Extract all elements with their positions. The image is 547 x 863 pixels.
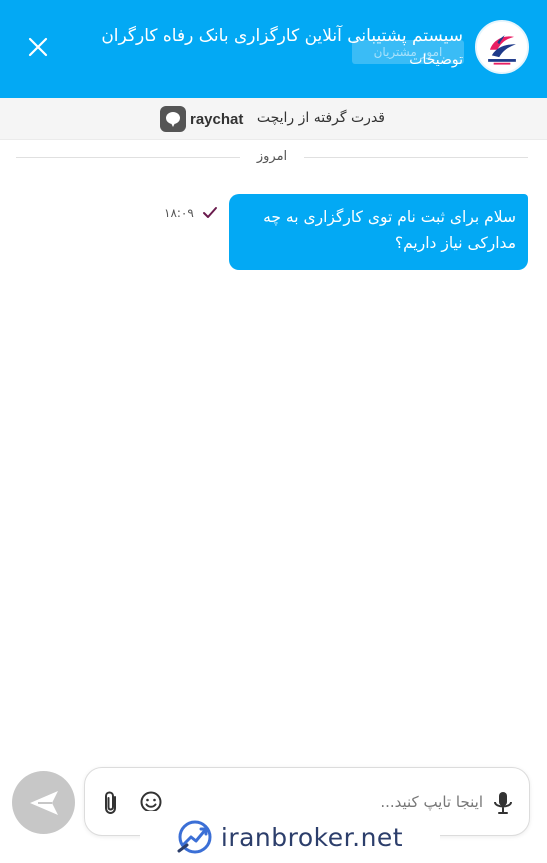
raychat-brand-link[interactable]: raychat [160,106,243,132]
close-icon [28,37,48,57]
message-time: ۱۸:۰۹ [164,206,194,220]
attach-button[interactable] [99,790,123,816]
day-label: امروز [256,149,288,164]
send-icon [29,790,58,815]
microphone-button[interactable] [491,790,515,816]
message-meta: ۱۸:۰۹ [164,203,218,223]
message-bubble: سلام برای ثبت نام توی کارگزاری به چه مدا… [229,194,528,270]
powered-by-bar: قدرت گرفته از رایچت raychat [0,98,547,140]
powered-by-text: قدرت گرفته از رایچت [256,110,385,126]
raychat-brand-name: raychat [190,110,244,128]
day-divider: امروز [16,147,528,167]
divider-line-right [304,157,528,158]
watermark-text: iranbroker.net [220,822,404,852]
chat-subtitle: توضیحات [409,52,463,68]
chat-header: امور مشتریان سیستم پشتیبانی آنلاین کارگز… [0,0,547,98]
chat-title: سیستم پشتیبانی آنلاین کارگزاری بانک رفاه… [101,26,463,46]
paperclip-icon [105,791,116,815]
iranbroker-logo-icon [177,820,212,854]
check-icon [202,207,217,218]
divider-line-left [16,157,240,158]
raychat-logo-icon [160,106,186,132]
iranbroker-watermark: iranbroker.net [140,811,440,863]
microphone-icon [494,792,512,814]
refah-broker-logo-icon [475,20,529,74]
close-button[interactable] [24,33,52,61]
send-button[interactable] [12,771,75,834]
